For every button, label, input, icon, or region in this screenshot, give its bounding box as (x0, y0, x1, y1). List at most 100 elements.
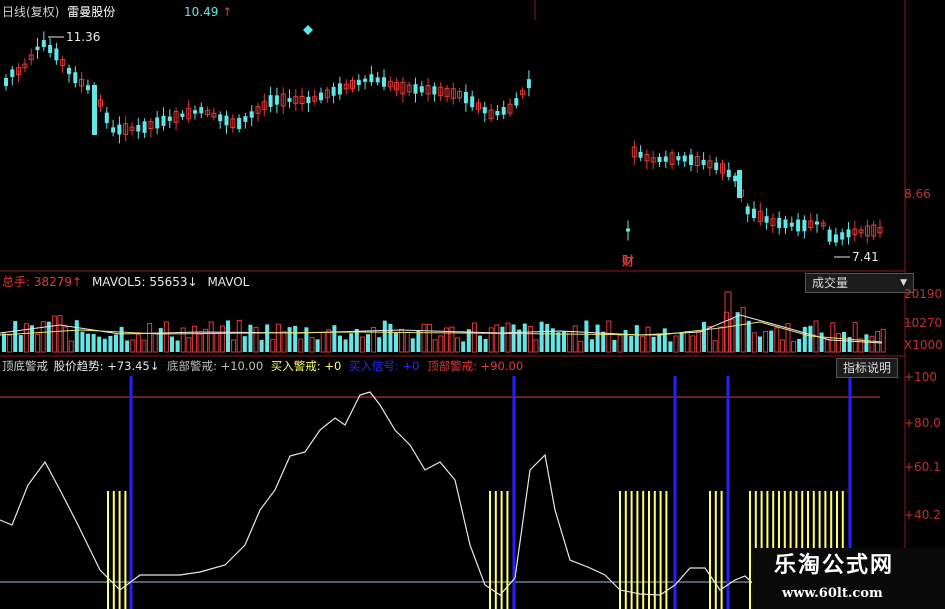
price-readout: 10.49 ↑ (184, 5, 232, 19)
volume-bar (281, 331, 287, 353)
indicator-dropdown[interactable]: 成交量 ▼ (805, 273, 914, 293)
candle-body (482, 107, 487, 114)
mavol5-label: MAVOL5: (91, 275, 150, 289)
volume-axis-unit: X1000 (904, 338, 943, 352)
volume-bar (275, 323, 281, 353)
volume-bar (130, 339, 136, 353)
volume-bar (852, 322, 858, 353)
volume-bar (170, 336, 174, 352)
volume-bar (478, 335, 482, 352)
volume-bar (404, 332, 410, 353)
volume-bar (545, 323, 550, 352)
top-alert-label: 顶部警戒: (427, 359, 481, 373)
volume-bar (219, 325, 225, 353)
volume-bar (259, 339, 264, 352)
volume-bar (147, 323, 153, 353)
volume-bar (416, 330, 421, 352)
volume-bar (175, 340, 180, 352)
volume-bar (629, 335, 634, 352)
indicator-axis-80: +80.0 (904, 416, 941, 430)
volume-bar (606, 320, 612, 353)
volume-bar (7, 334, 13, 353)
candle-body (626, 228, 630, 232)
volume-bars (0, 291, 886, 353)
volume-bar (684, 331, 690, 353)
buy-alert-label: 买入警戒: (270, 359, 325, 373)
candle-body (470, 96, 475, 108)
volume-bar (158, 328, 163, 352)
volume-bar (97, 336, 102, 352)
volume-bar (366, 334, 370, 352)
price-panel-header: 日线(复权) 雷曼股份 (2, 5, 115, 19)
volume-bar (432, 339, 438, 353)
candle-body (382, 77, 386, 87)
indicator-panel-header: 顶底警戒 股价趋势: +73.45↓ 底部警戒: +10.00 买入警戒: +0… (2, 359, 523, 373)
volume-bar (590, 339, 594, 352)
volume-bar (735, 312, 740, 352)
bottom-alert-value: +10.00 (220, 359, 264, 373)
volume-bar (869, 335, 875, 353)
candle-body (237, 118, 242, 129)
indicator-name[interactable]: 顶底警戒 (2, 359, 48, 373)
volume-bar (226, 320, 230, 352)
volume-bar (500, 326, 505, 352)
trend-label: 股价趋势: (53, 359, 108, 373)
period-label[interactable]: 日线(复权) (2, 5, 59, 19)
candle-body (764, 216, 769, 223)
volume-bar (214, 332, 220, 353)
volume-bar (2, 333, 6, 352)
dropdown-label: 成交量 (812, 276, 849, 290)
volume-bar (617, 335, 623, 353)
candle-body (104, 112, 109, 124)
watermark-badge: 乐淘公式网 www.60lt.com (752, 548, 945, 609)
volume-bar (673, 335, 679, 353)
candle-body (85, 85, 90, 91)
candle-body (663, 156, 668, 162)
low-price-label: 7.41 (852, 250, 879, 264)
volume-bar (309, 337, 315, 353)
volume-bar (287, 327, 292, 352)
volume-bar (690, 335, 696, 353)
candle-body (463, 91, 468, 104)
volume-bar (231, 339, 237, 353)
volume-bar (388, 323, 393, 352)
candle-body (363, 78, 368, 82)
volume-bar (511, 324, 516, 352)
volume-bar (835, 333, 841, 353)
candle-body (167, 116, 172, 121)
volume-bar (455, 337, 461, 353)
volume-bar (135, 334, 141, 353)
candle-body (796, 219, 801, 232)
volume-bar (651, 336, 656, 352)
indicator-help-button[interactable]: 指标说明 (836, 358, 899, 378)
price-candles (4, 31, 883, 247)
candle-body (514, 98, 519, 106)
volume-bar (695, 330, 701, 353)
volume-bar (359, 336, 365, 353)
candle-body (161, 115, 166, 126)
top-alert-value: +90.00 (480, 359, 524, 373)
volume-bar (68, 340, 74, 353)
candle-body (432, 86, 437, 95)
volume-bar (679, 332, 684, 352)
volume-bar (248, 324, 253, 352)
bottom-alert-label: 底部警戒: (167, 359, 221, 373)
volume-bar (197, 333, 203, 353)
candle-body (224, 115, 229, 126)
volume-bar (802, 326, 807, 352)
volume-bar (657, 333, 662, 352)
volume-bar (57, 315, 63, 353)
volume-bar (186, 337, 192, 353)
volume-bar (191, 325, 197, 353)
finance-marker[interactable]: 财 (622, 254, 634, 268)
trend-value: +73.45 (107, 359, 150, 373)
volume-bar (265, 324, 270, 352)
volume-bar (343, 339, 348, 352)
volume-bar (824, 339, 830, 353)
candle-body (274, 95, 279, 105)
volume-bar (639, 336, 645, 353)
volume-bar (242, 336, 247, 352)
candle-body (41, 40, 46, 48)
candle-body (193, 110, 197, 114)
volume-bar (208, 321, 214, 353)
